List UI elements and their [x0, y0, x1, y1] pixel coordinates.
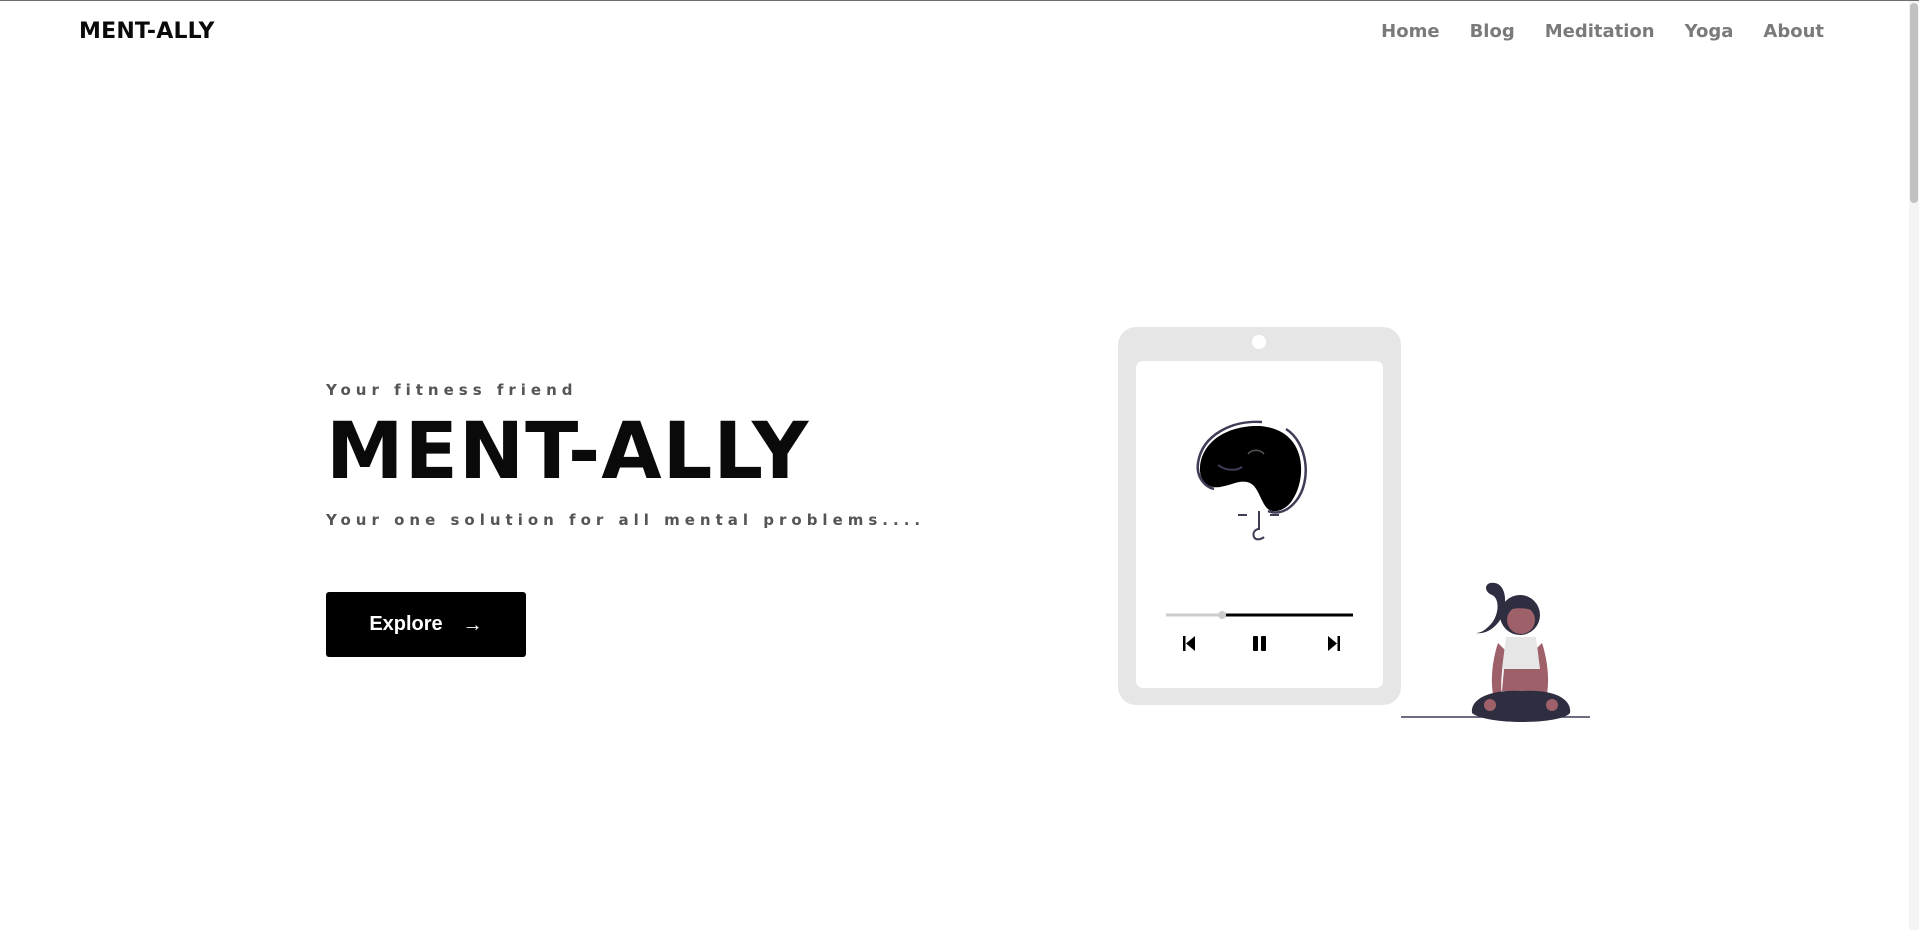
hero-subtitle: Your one solution for all mental problem… [326, 511, 926, 529]
scrollbar[interactable] [1909, 1, 1919, 930]
nav-blog[interactable]: Blog [1470, 21, 1515, 42]
arrow-right-icon: → [462, 613, 483, 636]
meditation-illustration [1118, 327, 1590, 722]
nav-home[interactable]: Home [1381, 21, 1439, 42]
hero-eyebrow: Your fitness friend [326, 381, 578, 399]
tablet-camera [1252, 335, 1266, 349]
meditating-woman-figure [1471, 582, 1571, 722]
explore-label: Explore [369, 613, 443, 635]
page: MENT-ALLY Home Blog Meditation Yoga Abou… [0, 0, 1919, 930]
scrollbar-thumb[interactable] [1910, 3, 1918, 203]
hero-title: MENT-ALLY [326, 407, 810, 497]
nav-meditation[interactable]: Meditation [1545, 21, 1655, 42]
brand-logo[interactable]: MENT-ALLY [79, 19, 215, 44]
nav-about[interactable]: About [1763, 21, 1824, 42]
main-nav: Home Blog Meditation Yoga About [1381, 21, 1824, 42]
explore-button[interactable]: Explore → [326, 592, 526, 657]
hero-text: Your fitness friend MENT-ALLY Your one s… [326, 381, 925, 529]
nav-yoga[interactable]: Yoga [1685, 21, 1734, 42]
progress-knob [1218, 611, 1227, 619]
